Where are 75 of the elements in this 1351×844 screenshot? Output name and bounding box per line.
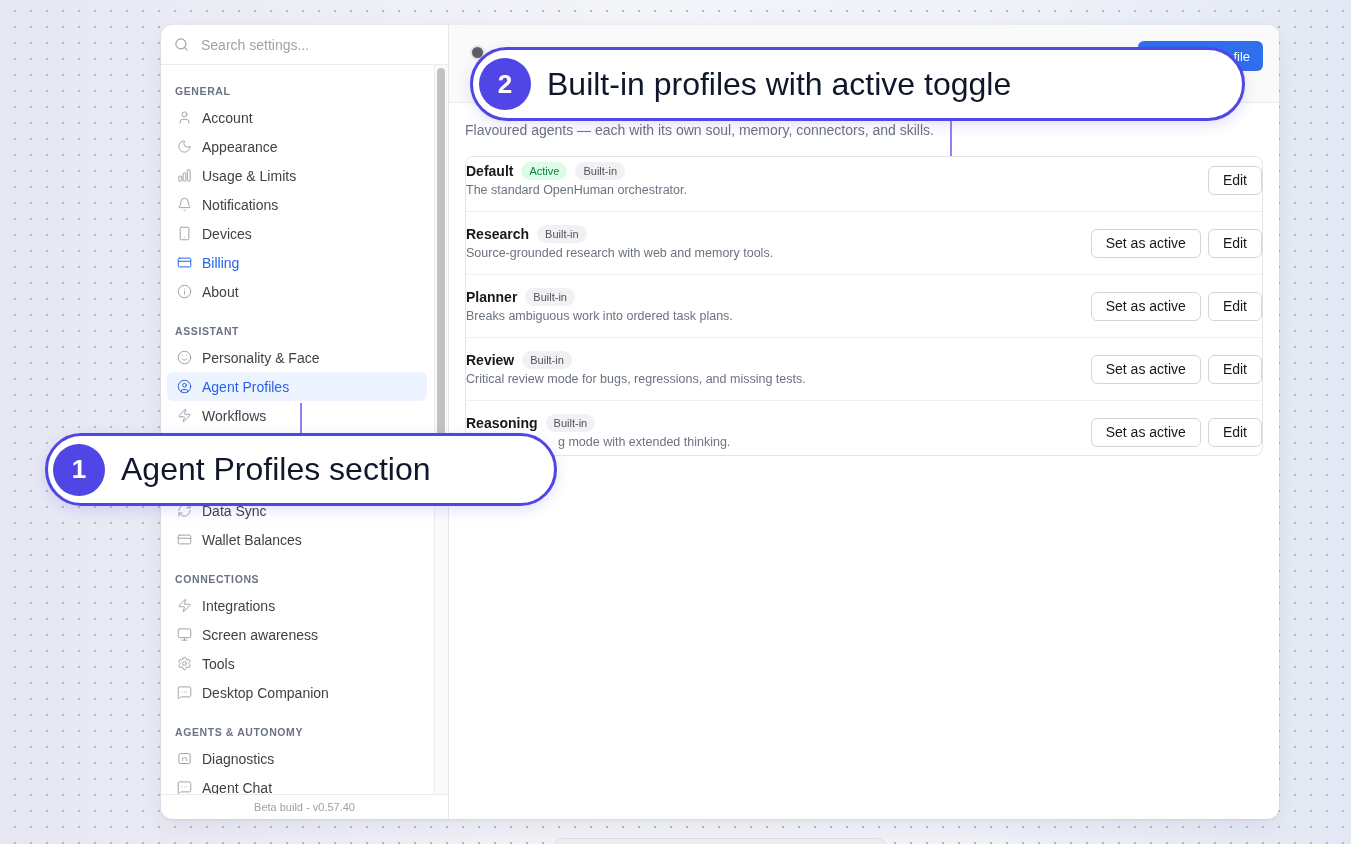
build-version: Beta build - v0.57.40 xyxy=(254,801,355,813)
sidebar-item[interactable]: Tools xyxy=(167,649,427,678)
callout-number: 2 xyxy=(479,58,531,110)
edit-button[interactable]: Edit xyxy=(1207,354,1262,384)
sidebar-item[interactable]: Usage & Limits xyxy=(167,161,427,190)
search-field[interactable]: Search settings... xyxy=(201,33,431,56)
set-active-button[interactable]: Set as active xyxy=(1090,228,1201,258)
lightning-icon xyxy=(177,408,192,423)
phone-icon xyxy=(177,226,192,241)
sidebar-item[interactable]: Workflows xyxy=(167,401,427,430)
lightning-icon xyxy=(177,598,192,613)
section-heading: CONNECTIONS xyxy=(175,572,260,586)
tag-badge: Built-in xyxy=(545,414,596,432)
sidebar-item[interactable]: Billing xyxy=(167,248,427,277)
user-icon xyxy=(177,110,192,125)
sidebar-item[interactable]: Appearance xyxy=(167,132,427,161)
card-icon xyxy=(177,532,192,547)
sidebar-item[interactable]: Devices xyxy=(167,219,427,248)
sidebar-item[interactable]: Wallet Balances xyxy=(167,525,427,554)
set-active-button[interactable]: Set as active xyxy=(1090,417,1201,447)
set-active-button[interactable]: Set as active xyxy=(1090,291,1201,321)
info-icon xyxy=(177,284,192,299)
section-heading: ASSISTANT xyxy=(175,324,240,338)
settings-icon xyxy=(177,656,192,671)
page-subtitle: Flavoured agents — each with its own soul, memory, connectors, and skills. xyxy=(465,121,934,139)
section-heading: AGENTS & AUTONOMY xyxy=(175,725,304,739)
profile-description: Breaks ambiguous work into ordered task plans. xyxy=(466,308,733,324)
callout-text: Agent Profiles section xyxy=(121,451,431,488)
status-badge: Active xyxy=(521,162,568,180)
sidebar-item[interactable]: Personality & Face xyxy=(167,343,427,372)
leader-line xyxy=(950,121,952,156)
callout-text: Built-in profiles with active toggle xyxy=(547,65,1012,103)
edit-button[interactable]: Edit xyxy=(1207,291,1262,321)
chat-bubble-icon xyxy=(177,685,192,700)
dot-icon xyxy=(470,45,485,60)
set-active-button[interactable]: Set as active xyxy=(1090,354,1201,384)
profile-name: Default xyxy=(466,163,514,179)
gauge-icon xyxy=(177,751,192,766)
sidebar-item[interactable]: Desktop Companion xyxy=(167,678,427,707)
profile-name: Research xyxy=(466,226,530,242)
sidebar-item[interactable]: Integrations xyxy=(167,591,427,620)
sidebar-item[interactable]: Agent Profiles xyxy=(167,372,427,401)
tag-badge: Built-in xyxy=(537,225,587,243)
edit-button[interactable]: Edit xyxy=(1207,165,1262,195)
user-circle-icon xyxy=(177,379,192,394)
profile-description: The standard OpenHuman orchestrator. xyxy=(466,182,687,198)
tag-badge: Built-in xyxy=(575,162,626,180)
sidebar-item[interactable]: Account xyxy=(167,103,427,132)
bell-icon xyxy=(177,197,192,212)
sidebar-item[interactable]: Diagnostics xyxy=(167,744,427,773)
profile-name: Planner xyxy=(466,289,518,305)
profile-description: g mode with extended thinking. xyxy=(558,434,731,450)
sidebar-item[interactable]: Data Sync xyxy=(167,496,427,525)
refresh-icon xyxy=(177,503,192,518)
profile-name: Reasoning xyxy=(466,415,538,431)
profile-description: Source-grounded research with web and memory tools. xyxy=(466,245,774,261)
sidebar-item[interactable]: Notifications xyxy=(167,190,427,219)
moon-icon xyxy=(177,139,192,154)
sidebar-item[interactable]: Screen awareness xyxy=(167,620,427,649)
tag-badge: Built-in xyxy=(525,288,575,306)
sidebar-item[interactable]: About xyxy=(167,277,427,306)
smile-icon xyxy=(177,350,192,365)
search-icon xyxy=(174,37,189,52)
callout-number: 1 xyxy=(53,443,105,496)
monitor-icon xyxy=(177,627,192,642)
profile-description: Critical review mode for bugs, regressions, and missing tests. xyxy=(466,371,806,387)
bar-chart-icon xyxy=(177,168,192,183)
tag-badge: Built-in xyxy=(522,351,572,369)
card-icon xyxy=(177,255,192,270)
leader-line xyxy=(300,403,302,433)
edit-button[interactable]: Edit xyxy=(1207,417,1262,447)
chat-bubble-icon xyxy=(177,780,192,794)
edit-button[interactable]: Edit xyxy=(1207,228,1262,258)
section-heading: GENERAL xyxy=(175,84,231,98)
profile-name: Review xyxy=(466,352,515,368)
